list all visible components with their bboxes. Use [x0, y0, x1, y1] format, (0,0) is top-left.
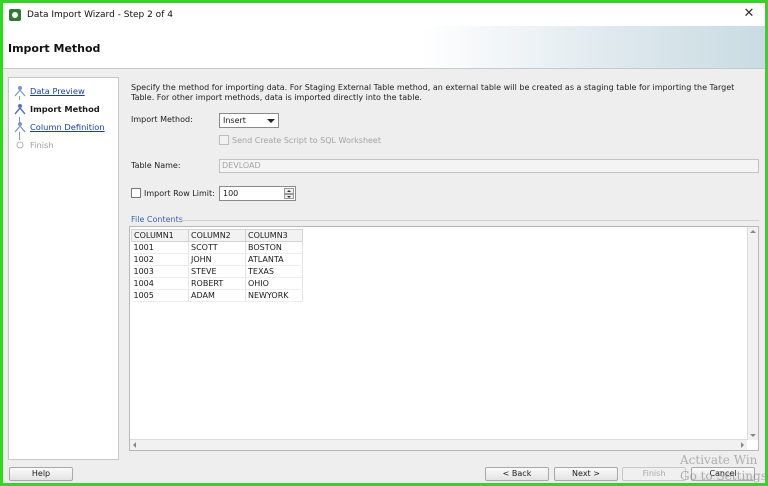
title-bar: Data Import Wizard - Step 2 of 4 ✕ [3, 3, 765, 26]
import-method-label: Import Method: [131, 115, 193, 124]
file-contents-table: COLUMN1 COLUMN2 COLUMN3 1001 SCOTT BOSTO… [131, 229, 303, 302]
horizontal-scrollbar[interactable] [130, 439, 747, 450]
page-title: Import Method [8, 42, 101, 55]
spin-down-icon[interactable] [284, 193, 294, 199]
column-header[interactable]: COLUMN2 [188, 229, 246, 242]
table-name-label: Table Name: [131, 161, 181, 170]
table-name-field[interactable]: DEVLOAD [219, 159, 759, 173]
main-panel: Specify the method for importing data. F… [125, 77, 761, 460]
window-title: Data Import Wizard - Step 2 of 4 [27, 9, 173, 20]
next-button[interactable]: Next > [554, 467, 618, 481]
step-column-definition[interactable]: Column Definition [9, 118, 118, 135]
table-cell: OHIO [245, 277, 303, 290]
activation-watermark: Activate Win Go to Settings to [680, 452, 765, 483]
watermark-line: Go to Settings to [680, 469, 765, 483]
vertical-scrollbar[interactable] [747, 227, 758, 440]
table-cell: NEWYORK [245, 289, 303, 302]
table-row[interactable]: 1003 STEVE TEXAS [131, 265, 303, 278]
step-label: Finish [30, 139, 54, 150]
column-header[interactable]: COLUMN3 [245, 229, 303, 242]
chevron-down-icon [267, 119, 275, 123]
table-row[interactable]: 1004 ROBERT OHIO [131, 277, 303, 290]
table-cell: ATLANTA [245, 253, 303, 266]
close-icon[interactable]: ✕ [741, 6, 757, 22]
step-import-method[interactable]: Import Method [9, 100, 118, 117]
send-script-label: Send Create Script to SQL Worksheet [232, 136, 381, 145]
import-method-value: Insert [223, 116, 246, 125]
description-text: Specify the method for importing data. F… [131, 83, 735, 102]
wizard-window: Data Import Wizard - Step 2 of 4 ✕ Impor… [3, 3, 765, 483]
scroll-up-icon[interactable] [750, 230, 756, 233]
step-label[interactable]: Column Definition [30, 122, 105, 132]
table-cell: 1003 [131, 265, 189, 278]
watermark-line: Activate Win [680, 453, 758, 467]
scroll-down-icon[interactable] [750, 434, 756, 437]
table-row[interactable]: 1005 ADAM NEWYORK [131, 289, 303, 302]
table-cell: 1004 [131, 277, 189, 290]
table-cell: JOHN [188, 253, 246, 266]
table-row[interactable]: 1001 SCOTT BOSTON [131, 241, 303, 254]
step-person-icon [14, 103, 26, 114]
column-header[interactable]: COLUMN1 [131, 229, 189, 242]
step-finish: Finish [9, 136, 118, 153]
scroll-left-icon[interactable] [133, 442, 136, 448]
step-person-icon [14, 121, 26, 132]
app-icon [9, 8, 21, 21]
table-cell: STEVE [188, 265, 246, 278]
step-label[interactable]: Data Preview [30, 86, 85, 96]
file-contents-label: File Contents [131, 215, 183, 224]
row-limit-value: 100 [223, 189, 239, 198]
file-contents-table-panel: COLUMN1 COLUMN2 COLUMN3 1001 SCOTT BOSTO… [129, 226, 759, 451]
send-script-checkbox[interactable] [219, 135, 229, 145]
import-row-limit-checkbox[interactable] [131, 188, 141, 198]
table-cell: 1001 [131, 241, 189, 254]
step-circle-icon [16, 141, 24, 148]
finish-button: Finish [622, 467, 686, 481]
table-cell: 1002 [131, 253, 189, 266]
table-cell: BOSTON [245, 241, 303, 254]
table-header-row: COLUMN1 COLUMN2 COLUMN3 [131, 229, 303, 242]
wizard-header: Import Method [3, 26, 765, 69]
import-method-select[interactable]: Insert [219, 113, 279, 128]
help-button[interactable]: Help [9, 467, 73, 481]
step-data-preview[interactable]: Data Preview [9, 82, 118, 99]
table-cell: ADAM [188, 289, 246, 302]
table-cell: SCOTT [188, 241, 246, 254]
step-label: Import Method [30, 103, 100, 114]
scroll-right-icon[interactable] [741, 442, 744, 448]
step-person-icon [14, 85, 26, 96]
table-cell: TEXAS [245, 265, 303, 278]
group-separator [181, 220, 759, 221]
spinner-buttons [284, 188, 294, 199]
table-row[interactable]: 1002 JOHN ATLANTA [131, 253, 303, 266]
row-limit-spinner[interactable]: 100 [219, 186, 296, 201]
wizard-steps-panel: Data Preview Import Method Column Defini… [8, 77, 119, 460]
table-cell: 1005 [131, 289, 189, 302]
back-button[interactable]: < Back [485, 467, 549, 481]
import-row-limit-label: Import Row Limit: [144, 189, 215, 198]
table-cell: ROBERT [188, 277, 246, 290]
